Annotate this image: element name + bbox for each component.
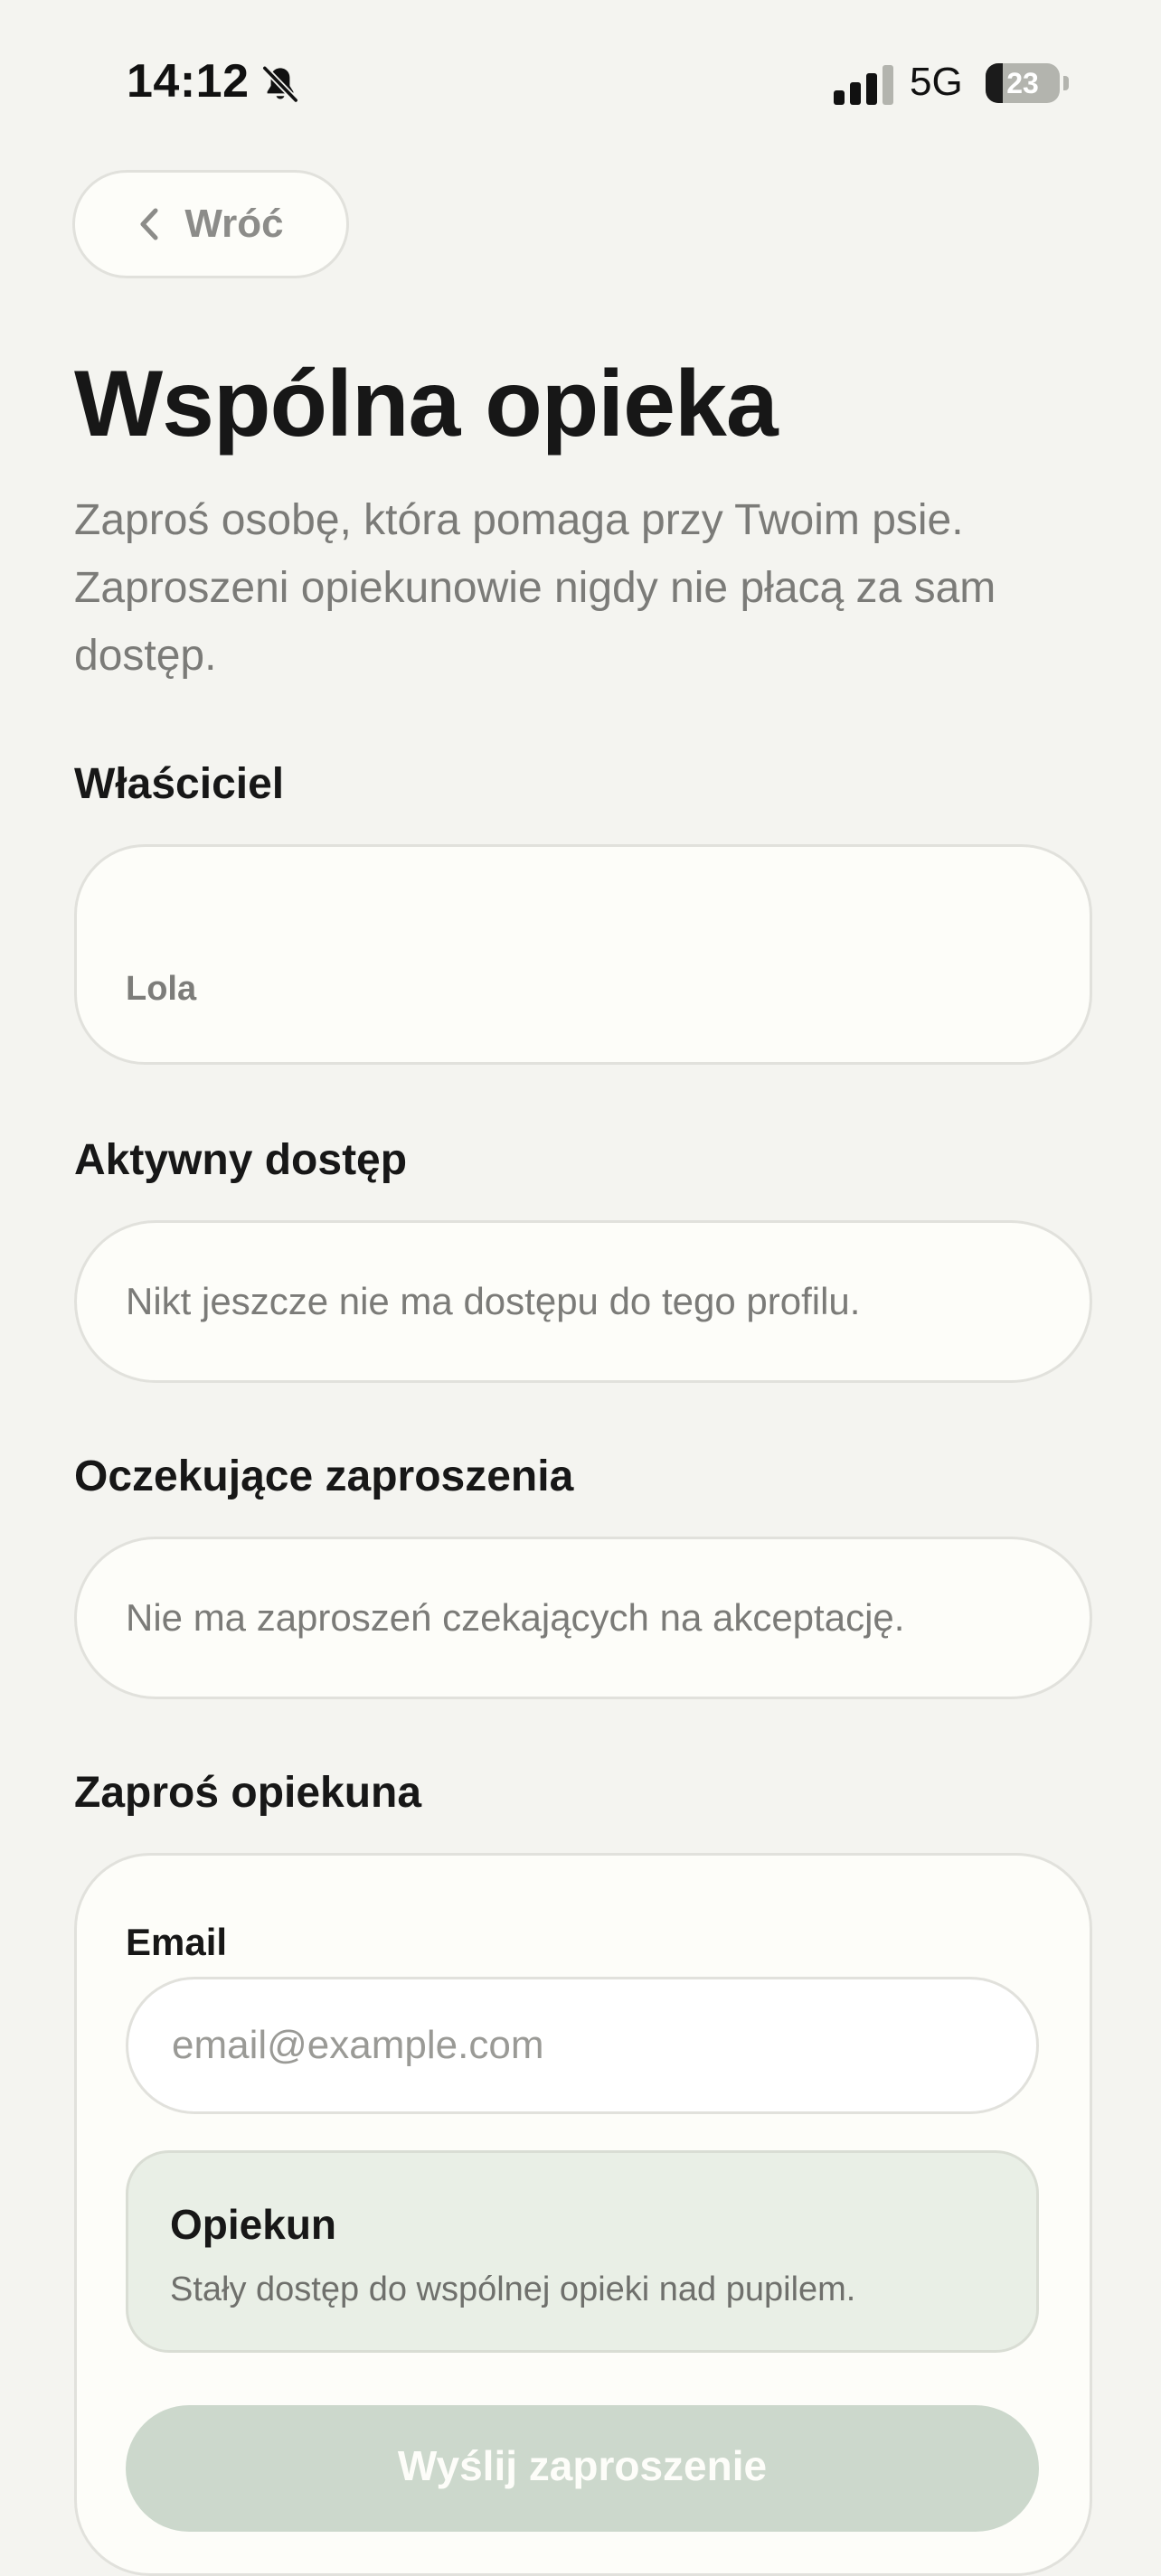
owner-card: Lola [74, 844, 1092, 1065]
pending-invites-empty-message: Nie ma zaproszeń czekających na akceptac… [126, 1596, 905, 1639]
chevron-left-icon [140, 208, 158, 240]
invite-form-card: Email Opiekun Stały dostęp do wspólnej o… [74, 1853, 1092, 2576]
back-button-label: Wróć [184, 202, 284, 246]
bell-off-icon [262, 65, 298, 103]
shared-care-screen: 14:12 5G 23 Wróć Wspólna opieka Zaproś o… [4, 0, 1161, 2576]
send-invite-button[interactable]: Wyślij zaproszenie [126, 2405, 1039, 2532]
pending-invites-card: Nie ma zaproszeń czekających na akceptac… [74, 1537, 1092, 1699]
active-access-empty-message: Nikt jeszcze nie ma dostępu do tego prof… [126, 1280, 861, 1322]
email-field-label: Email [126, 1921, 228, 1963]
role-option-description: Stały dostęp do wspólnej opieki nad pupi… [170, 2270, 856, 2308]
invite-heading: Zaproś opiekuna [74, 1769, 422, 1817]
role-option-title: Opiekun [170, 2201, 337, 2248]
back-button[interactable]: Wróć [72, 170, 349, 278]
status-time: 14:12 [127, 55, 250, 108]
signal-icon [834, 65, 893, 105]
pending-invites-heading: Oczekujące zaproszenia [74, 1453, 574, 1500]
role-option-caregiver[interactable]: Opiekun Stały dostęp do wspólnej opieki … [126, 2150, 1039, 2353]
owner-heading: Właściciel [74, 760, 285, 808]
battery-cap [1063, 76, 1069, 90]
status-bar: 14:12 5G 23 [4, 0, 1161, 172]
battery-level: 23 [1006, 66, 1039, 99]
battery-icon: 23 [986, 63, 1060, 103]
active-access-heading: Aktywny dostęp [74, 1136, 408, 1184]
email-input[interactable] [126, 1977, 1039, 2114]
owner-name: Lola [126, 970, 197, 1008]
active-access-card: Nikt jeszcze nie ma dostępu do tego prof… [74, 1220, 1092, 1383]
page-title: Wspólna opieka [74, 352, 779, 456]
page-subtitle: Zaproś osobę, która pomaga przy Twoim ps… [74, 496, 996, 680]
network-label: 5G [910, 60, 963, 104]
